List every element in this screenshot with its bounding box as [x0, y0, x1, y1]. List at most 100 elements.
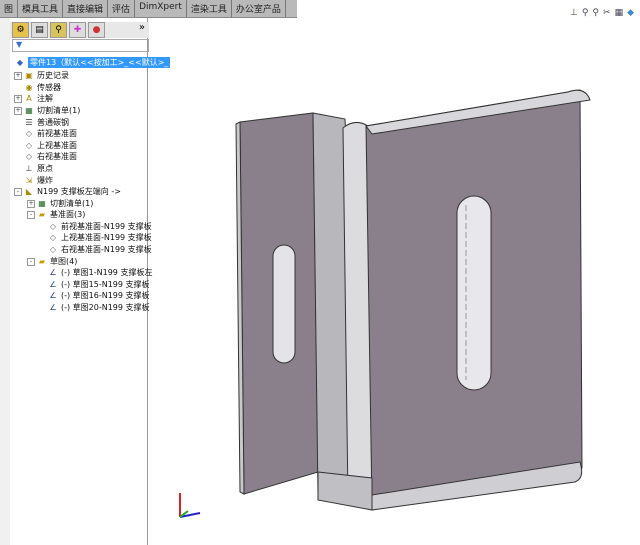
- tree-item-label: 普通碳钢: [37, 118, 69, 127]
- tab-5[interactable]: 渲染工具: [187, 0, 232, 17]
- annotation-icon: A: [26, 94, 32, 103]
- tree-item-label: (-) 草图1-N199 支撑板左: [61, 268, 153, 277]
- tree-item-label: 右视基准面-N199 支撑板: [61, 245, 152, 254]
- expand-toggle[interactable]: -: [27, 258, 35, 266]
- tree-item[interactable]: ◉ 传感器: [24, 82, 62, 93]
- tree-item[interactable]: ☰ 普通碳钢: [24, 117, 69, 128]
- panel-toolbar: ⚙ ▤ ⚲ ✚ ● »: [10, 22, 149, 38]
- expand-toggle[interactable]: +: [14, 107, 22, 115]
- tree-item-label: N199 支撑板左端向 ->: [37, 187, 121, 196]
- left-flange-face: [239, 112, 319, 495]
- cutlist-icon: ▦: [25, 106, 33, 115]
- tree-item-label: 零件13（默认<<按加工>_<<默认>_: [28, 57, 171, 68]
- plane-icon: ◇: [49, 245, 57, 254]
- tree-item[interactable]: ◇ 右视基准面-N199 支撑板: [48, 244, 152, 255]
- left-slot: [272, 244, 296, 364]
- tab-6[interactable]: 办公室产品: [232, 0, 286, 17]
- tree-item[interactable]: ▦ 切割清单(1): [24, 105, 80, 116]
- tab-2[interactable]: 直接编辑: [63, 0, 109, 17]
- more-tabs-button[interactable]: »: [139, 22, 145, 38]
- tab-1[interactable]: 模具工具: [18, 0, 64, 17]
- property-manager-tab-icon[interactable]: ▤: [31, 22, 48, 38]
- tree-item[interactable]: ◆ 零件13（默认<<按加工>_<<默认>_: [15, 57, 171, 68]
- explode-icon: ⇲: [25, 176, 33, 185]
- filter-icon: ▼: [16, 40, 23, 49]
- expand-toggle[interactable]: +: [14, 72, 22, 80]
- sketch-icon: ∠: [49, 280, 57, 289]
- material-icon: ☰: [25, 118, 33, 127]
- sketch-icon: ∠: [49, 268, 57, 277]
- right-slot: [456, 195, 492, 391]
- view-orientation-icon[interactable]: ▦: [615, 8, 624, 18]
- tree-item-label: 前视基准面-N199 支撑板: [61, 222, 152, 231]
- view-toolbar: ⊥ ⚲ ⚲ ✂ ▦ ◆: [570, 8, 634, 18]
- tree-item-label: 原点: [37, 164, 53, 173]
- tree-item-label: 上视基准面: [37, 141, 77, 150]
- bottom-bend: [371, 461, 583, 511]
- folder-icon: ▰: [38, 210, 46, 219]
- bend-column: [312, 112, 366, 506]
- tree-item[interactable]: ▰ 基准面(3): [37, 209, 85, 220]
- tree-item[interactable]: ⇲ 爆炸: [24, 175, 53, 186]
- tree-item[interactable]: ▦ 切割清单(1): [37, 198, 93, 209]
- expand-toggle[interactable]: -: [14, 188, 22, 196]
- dimxpert-tab-icon[interactable]: ✚: [69, 22, 86, 38]
- tree-item[interactable]: ◇ 前视基准面-N199 支撑板: [48, 221, 152, 232]
- command-tabs: 图模具工具 直接编辑 评估 DimXpert 渲染工具 办公室产品: [0, 0, 297, 18]
- tree-item[interactable]: ∠ (-) 草图15-N199 支撑板: [48, 279, 149, 290]
- section-view-icon[interactable]: ✂: [603, 8, 611, 18]
- tab-3[interactable]: 评估: [108, 0, 136, 17]
- tree-item[interactable]: ◣ N199 支撑板左端向 ->: [24, 186, 121, 197]
- tree-item[interactable]: ⊥ 原点: [24, 163, 53, 174]
- plane-icon: ◇: [49, 222, 57, 231]
- previous-view-icon[interactable]: ⚲: [592, 8, 599, 18]
- tree-item[interactable]: ∠ (-) 草图16-N199 支撑板: [48, 290, 150, 301]
- configuration-manager-tab-icon[interactable]: ⚲: [50, 22, 67, 38]
- bottom-web: [317, 471, 373, 511]
- display-manager-tab-icon[interactable]: ●: [88, 22, 105, 38]
- tree-item-label: 草图(4): [50, 257, 78, 266]
- display-style-icon[interactable]: ◆: [627, 8, 634, 18]
- tree-item[interactable]: ◇ 上视基准面-N199 支撑板: [48, 232, 152, 243]
- cutlist-icon: ▦: [38, 199, 46, 208]
- tree-item-label: 右视基准面: [37, 152, 77, 161]
- tree-item[interactable]: ▣ 历史记录: [24, 70, 69, 81]
- tree-item-label: 历史记录: [37, 71, 69, 80]
- plane-icon: ◇: [49, 233, 57, 242]
- sketch-icon: ∠: [49, 303, 57, 312]
- tree-item[interactable]: ◇ 右视基准面: [24, 151, 77, 162]
- tree-item[interactable]: ◇ 前视基准面: [24, 128, 77, 139]
- tree-item-label: (-) 草图20-N199 支撑板: [61, 303, 150, 312]
- plane-icon: ◇: [25, 141, 33, 150]
- tree-item-label: (-) 草图16-N199 支撑板: [61, 291, 150, 300]
- origin-icon: ⊥: [25, 164, 33, 173]
- feature-manager-tab-icon[interactable]: ⚙: [12, 22, 29, 38]
- expand-toggle[interactable]: +: [14, 95, 22, 103]
- coordinate-triad-icon: [179, 493, 201, 518]
- tree-item[interactable]: ▰ 草图(4): [37, 256, 77, 267]
- main-face: [365, 89, 583, 506]
- left-flange-edge: [235, 121, 245, 495]
- tree-item[interactable]: ∠ (-) 草图20-N199 支撑板: [48, 302, 150, 313]
- expand-toggle[interactable]: -: [27, 211, 35, 219]
- sensor-icon: ◉: [25, 83, 33, 92]
- top-bend: [365, 89, 591, 135]
- tree-item[interactable]: A 注解: [24, 93, 53, 104]
- expand-toggle[interactable]: +: [27, 200, 35, 208]
- tree-item-label: 注解: [37, 94, 53, 103]
- sketch-icon: ∠: [49, 291, 57, 300]
- plane-icon: ◇: [25, 129, 33, 138]
- tab-0[interactable]: 图: [0, 0, 19, 17]
- tab-4[interactable]: DimXpert: [135, 0, 187, 17]
- bend-cylinder: [342, 122, 373, 509]
- tree-item-label: 上视基准面-N199 支撑板: [61, 233, 152, 242]
- feature-manager-panel: ⚙ ▤ ⚲ ✚ ● » ▼ ◆ 零件13（默认<<按加工>_<<默认>_ + ▣ 历史记…: [10, 18, 171, 545]
- tree-item-label: 前视基准面: [37, 129, 77, 138]
- tree-item[interactable]: ∠ (-) 草图1-N199 支撑板左: [48, 267, 152, 278]
- tree-item[interactable]: ◇ 上视基准面: [24, 140, 77, 151]
- tree-filter-input[interactable]: ▼: [12, 39, 149, 52]
- part-icon: ◆: [16, 58, 24, 67]
- zoom-area-icon[interactable]: ⚲: [582, 8, 589, 18]
- zoom-fit-icon[interactable]: ⊥: [570, 8, 578, 18]
- sheetmetal-icon: ◣: [25, 187, 33, 196]
